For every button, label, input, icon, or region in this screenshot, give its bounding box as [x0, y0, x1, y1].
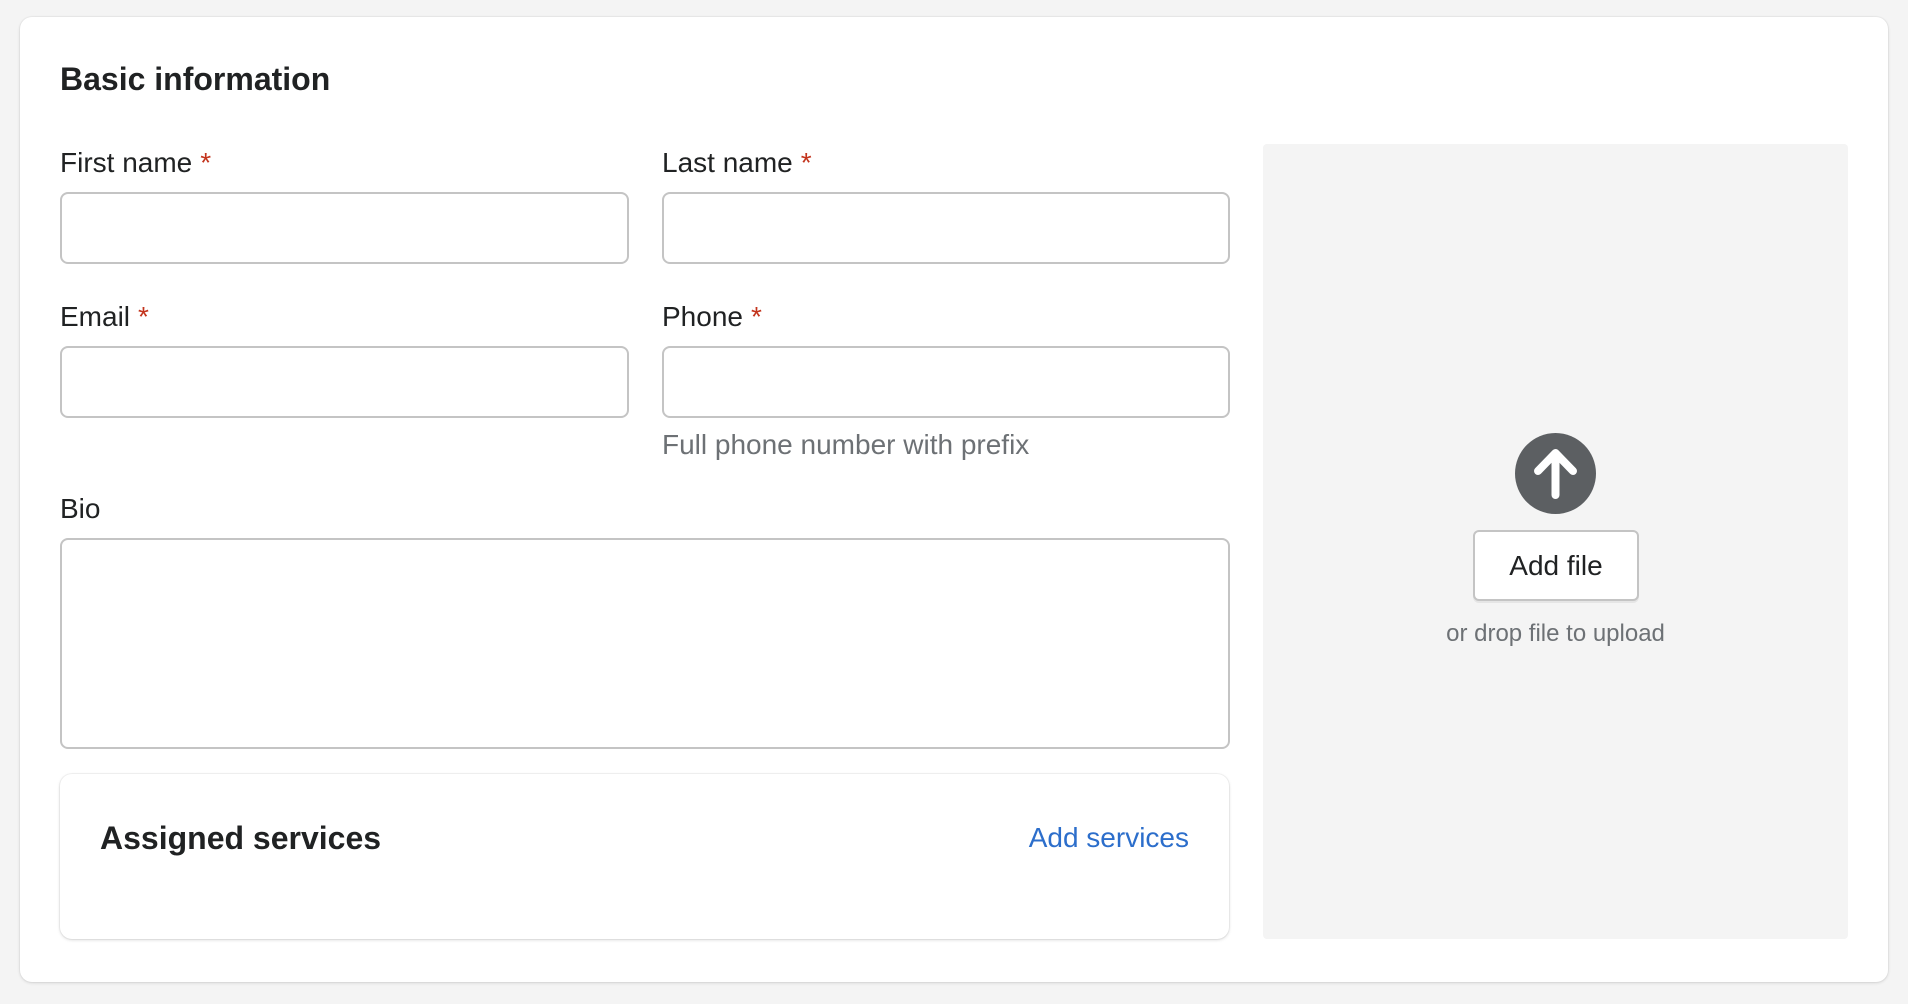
bio-field-group: Bio — [60, 491, 100, 527]
first-name-input[interactable] — [60, 192, 629, 264]
email-field-group: Email * — [60, 299, 149, 335]
last-name-input[interactable] — [662, 192, 1230, 264]
section-title: Basic information — [60, 61, 331, 97]
first-name-field-group: First name * — [60, 145, 211, 181]
phone-help-text: Full phone number with prefix — [662, 429, 1030, 460]
drop-hint-text: or drop file to upload — [1446, 620, 1665, 647]
basic-information-card: Basic information First name * Last name *… — [20, 17, 1888, 982]
assigned-services-title: Assigned services — [100, 820, 382, 856]
first-name-label-text: First name — [60, 147, 193, 178]
email-label-text: Email — [60, 301, 131, 332]
phone-field-group: Phone * — [662, 299, 762, 335]
last-name-label-text: Last name — [662, 147, 793, 178]
required-marker: * — [200, 147, 212, 178]
add-file-button[interactable]: Add file — [1473, 530, 1639, 601]
file-dropzone[interactable]: Add file or drop file to upload — [1263, 144, 1848, 939]
required-marker: * — [138, 301, 149, 332]
phone-input[interactable] — [662, 346, 1230, 418]
email-label: Email * — [60, 299, 149, 335]
last-name-field-group: Last name * — [662, 145, 812, 181]
assigned-services-card: Assigned services Add services — [60, 774, 1229, 939]
required-marker: * — [800, 147, 812, 178]
add-services-link[interactable]: Add services — [1029, 822, 1189, 854]
arrow-up-circle-icon — [1515, 433, 1596, 514]
bio-label: Bio — [60, 493, 101, 524]
last-name-label: Last name * — [662, 145, 812, 181]
first-name-label: First name * — [60, 145, 211, 181]
email-input[interactable] — [60, 346, 629, 418]
arrow-up-glyph — [1534, 449, 1577, 499]
bio-textarea[interactable] — [60, 538, 1230, 749]
phone-label-text: Phone — [662, 301, 743, 332]
required-marker: * — [750, 301, 762, 332]
phone-label: Phone * — [662, 299, 762, 335]
